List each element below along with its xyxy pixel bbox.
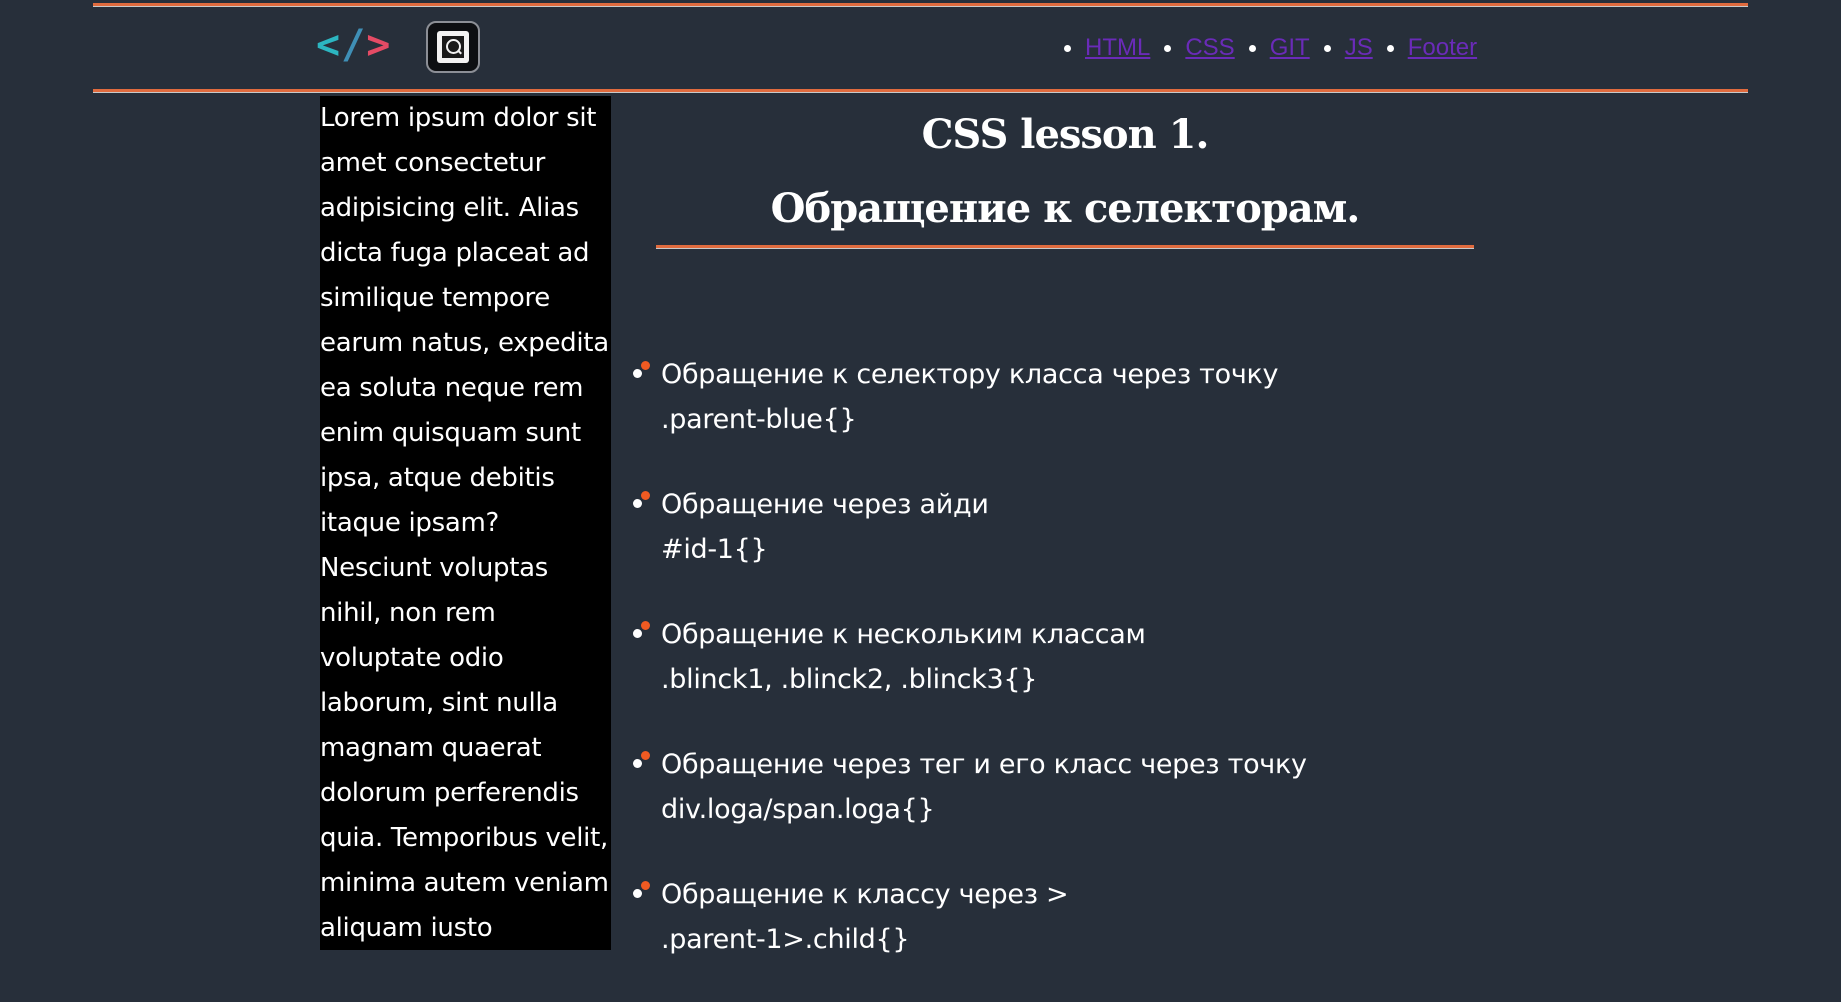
page-title-line-2: Обращение к селекторам. [770,185,1361,232]
bullet-accent-icon [641,491,650,500]
sidebar: Lorem ipsum dolor sit amet consectetur a… [320,96,611,950]
lesson-code: .parent-1>.child{} [661,924,910,955]
bullet-icon [633,369,642,378]
logo-lt: < [316,22,342,68]
bullet-icon [633,499,642,508]
logo-gt: > [366,22,392,68]
list-item: Обращение к селектору класса через точку… [630,352,1530,442]
header-top-divider [93,3,1748,7]
lesson-code: .blinck1, .blinck2, .blinck3{} [661,664,1038,695]
search-icon [437,31,469,63]
lesson-code: div.loga/span.loga{} [661,794,935,825]
nav-item-js: JS [1318,32,1373,64]
logo-slash: / [341,22,367,68]
lesson-code: .parent-blue{} [661,404,857,435]
nav-item-footer: Footer [1381,32,1477,64]
bullet-icon [633,889,642,898]
list-item: Обращение к классу через > .parent-1>.ch… [630,872,1530,962]
nav-item-html: HTML [1058,32,1150,64]
bullet-icon [633,629,642,638]
lesson-heading: Обращение к нескольким классам [661,619,1146,650]
page-title-line-1: CSS lesson 1. [921,111,1210,158]
main-nav: HTML CSS GIT JS Footer [1050,32,1477,64]
lesson-heading: Обращение через тег и его класс через то… [661,749,1307,780]
lesson-heading: Обращение к классу через > [661,879,1069,910]
list-item: Обращение к нескольким классам .blinck1,… [630,612,1530,702]
nav-item-git: GIT [1243,32,1310,64]
site-logo[interactable]: </> [316,20,391,70]
header-bottom-divider [93,89,1748,93]
bullet-accent-icon [641,751,650,760]
nav-link-js[interactable]: JS [1345,34,1373,61]
search-button[interactable] [426,21,480,73]
title-divider [656,245,1474,249]
bullet-accent-icon [641,361,650,370]
nav-item-css: CSS [1158,32,1235,64]
nav-link-css[interactable]: CSS [1185,34,1234,61]
bullet-accent-icon [641,621,650,630]
nav-link-html[interactable]: HTML [1085,34,1150,61]
bullet-accent-icon [641,881,650,890]
nav-link-git[interactable]: GIT [1270,34,1310,61]
sidebar-text: Lorem ipsum dolor sit amet consectetur a… [320,103,609,943]
bullet-icon [633,759,642,768]
list-item: Обращение через айди #id-1{} [630,482,1530,572]
lesson-list: Обращение к селектору класса через точку… [630,352,1530,1002]
lesson-code: #id-1{} [661,534,768,565]
lesson-heading: Обращение через айди [661,489,989,520]
lesson-heading: Обращение к селектору класса через точку [661,359,1279,390]
nav-link-footer[interactable]: Footer [1408,34,1477,61]
page-title: CSS lesson 1. Обращение к селекторам. [656,98,1474,246]
list-item: Обращение через тег и его класс через то… [630,742,1530,832]
